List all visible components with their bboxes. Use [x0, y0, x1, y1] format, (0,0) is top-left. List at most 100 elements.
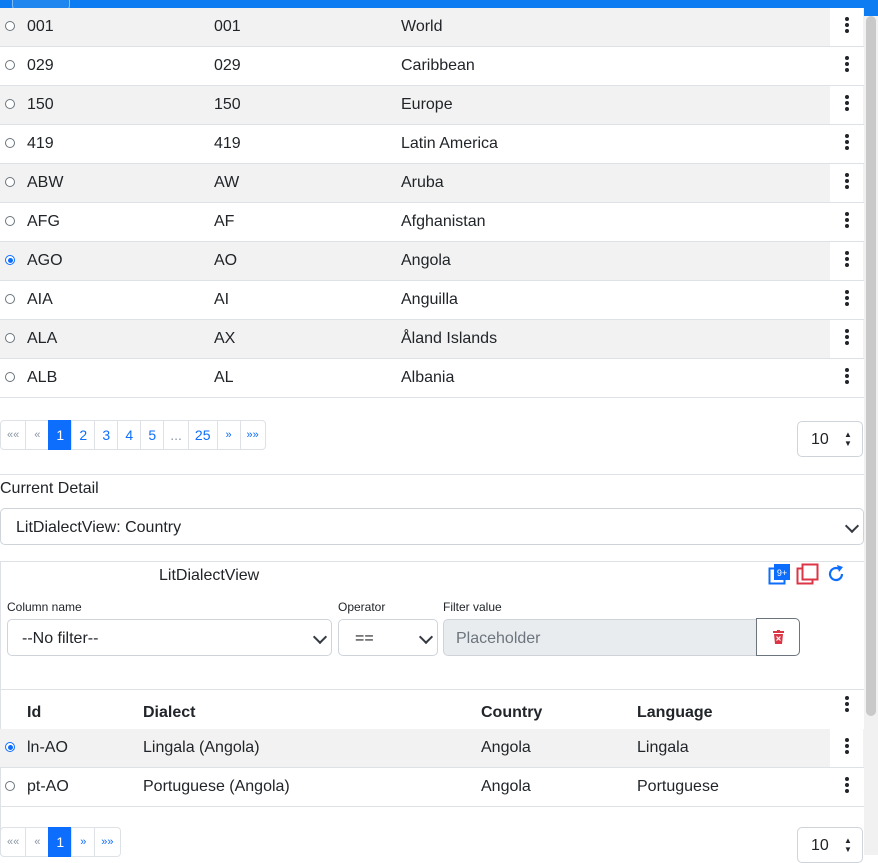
dialect-name-cell: Portuguese (Angola) — [143, 778, 290, 795]
row-options-icon[interactable] — [845, 290, 849, 308]
row-menu[interactable] — [830, 768, 863, 806]
copy-icon[interactable] — [796, 563, 820, 585]
chevron-down-icon — [844, 518, 860, 534]
page-link[interactable]: 3 — [94, 420, 119, 450]
row-select-radio[interactable] — [5, 781, 15, 791]
row-menu[interactable] — [830, 320, 863, 358]
alpha2-code-cell: AF — [214, 213, 235, 230]
country-name-cell: Angola — [401, 252, 451, 269]
trash-icon — [773, 630, 784, 644]
row-menu[interactable] — [830, 125, 863, 163]
alpha2-code-cell: 001 — [214, 18, 241, 35]
row-select-radio[interactable] — [5, 333, 15, 343]
page-link[interactable]: » — [71, 827, 96, 857]
page-link[interactable]: »» — [239, 420, 266, 450]
table-row[interactable]: AIA AI Anguilla — [0, 281, 864, 320]
dialect-table-header: Id Dialect Country Language — [0, 689, 864, 731]
row-menu[interactable] — [830, 281, 863, 319]
alpha3-code-cell: 029 — [27, 57, 54, 74]
divider — [0, 474, 864, 475]
page-link[interactable]: »» — [94, 827, 121, 857]
row-select-radio[interactable] — [5, 294, 15, 304]
row-select-radio[interactable] — [5, 21, 15, 31]
clear-filter-button[interactable] — [756, 618, 800, 656]
row-options-icon[interactable] — [845, 173, 849, 191]
column-header-country[interactable]: Country — [481, 704, 542, 722]
page-link[interactable]: 1 — [48, 420, 73, 450]
refresh-icon[interactable] — [826, 564, 846, 584]
row-select-radio[interactable] — [5, 216, 15, 226]
row-menu[interactable] — [830, 729, 863, 767]
column-header-id[interactable]: Id — [27, 704, 41, 722]
country-pagination: «« «1 2 3 4 5... 25»»» — [0, 420, 266, 450]
page-link[interactable]: 5 — [140, 420, 165, 450]
column-header-language[interactable]: Language — [637, 704, 713, 722]
row-menu[interactable] — [830, 164, 863, 202]
row-select-radio[interactable] — [5, 138, 15, 148]
row-options-icon[interactable] — [845, 251, 849, 269]
row-options-icon[interactable] — [845, 56, 849, 74]
row-menu[interactable] — [830, 203, 863, 241]
table-row[interactable]: ALA AX Åland Islands — [0, 320, 864, 359]
row-select-radio[interactable] — [5, 742, 15, 752]
row-menu[interactable] — [830, 8, 863, 46]
page-link[interactable]: ... — [163, 420, 189, 450]
updown-caret-icon: ▲ ▼ — [844, 430, 852, 448]
page-link[interactable]: » — [216, 420, 241, 450]
column-name-select[interactable]: --No filter-- — [7, 619, 332, 656]
page-link[interactable]: 1 — [48, 827, 73, 857]
alpha2-code-cell: AI — [214, 291, 230, 308]
row-select-radio[interactable] — [5, 177, 15, 187]
row-options-icon[interactable] — [845, 134, 849, 152]
row-select-radio[interactable] — [5, 60, 15, 70]
dialect-page-size-select[interactable]: 10 ▲ ▼ — [797, 827, 863, 863]
filter-value-input[interactable]: Placeholder — [443, 619, 757, 656]
table-row[interactable]: ln-AO Lingala (Angola) Angola Lingala — [0, 729, 864, 768]
table-row[interactable]: 419 419 Latin America — [0, 125, 864, 164]
table-row[interactable]: pt-AO Portuguese (Angola) Angola Portuguese — [0, 768, 864, 807]
table-row[interactable]: 001 001 World — [0, 8, 864, 47]
page-link[interactable]: « — [25, 420, 50, 450]
current-detail-select[interactable]: LitDialectView: Country — [0, 508, 864, 545]
page-link[interactable]: « — [25, 827, 50, 857]
copy-badge-icon[interactable]: 9+ — [768, 563, 792, 585]
operator-select[interactable]: == — [338, 619, 438, 656]
row-menu[interactable] — [830, 359, 863, 397]
row-menu[interactable] — [830, 47, 863, 85]
alpha3-code-cell: ALA — [27, 330, 58, 347]
row-options-icon[interactable] — [845, 212, 849, 230]
row-select-radio[interactable] — [5, 255, 15, 265]
chevron-down-icon — [418, 629, 434, 645]
table-row[interactable]: 029 029 Caribbean — [0, 47, 864, 86]
page-size-select[interactable]: 10 ▲ ▼ — [797, 421, 863, 457]
table-row[interactable]: 150 150 Europe — [0, 86, 864, 125]
page-link[interactable]: «« — [0, 827, 27, 857]
dialect-language-cell: Portuguese — [637, 778, 719, 795]
page-link[interactable]: 2 — [71, 420, 96, 450]
row-options-icon[interactable] — [845, 738, 849, 756]
page-link[interactable]: 4 — [117, 420, 142, 450]
page-link[interactable]: «« — [0, 420, 27, 450]
page-link[interactable]: 25 — [187, 420, 218, 450]
table-row[interactable]: AGO AO Angola — [0, 242, 864, 281]
row-options-icon[interactable] — [845, 95, 849, 113]
table-row[interactable]: ABW AW Aruba — [0, 164, 864, 203]
column-header-dialect[interactable]: Dialect — [143, 704, 195, 722]
country-name-cell: World — [401, 18, 443, 35]
scrollbar-thumb[interactable] — [866, 16, 876, 716]
column-options-icon[interactable] — [845, 696, 849, 714]
row-menu[interactable] — [830, 86, 863, 124]
country-name-cell: Anguilla — [401, 291, 458, 308]
row-options-icon[interactable] — [845, 17, 849, 35]
dialect-name-cell: Lingala (Angola) — [143, 739, 260, 756]
table-row[interactable]: AFG AF Afghanistan — [0, 203, 864, 242]
row-select-radio[interactable] — [5, 372, 15, 382]
row-options-icon[interactable] — [845, 329, 849, 347]
row-menu[interactable] — [830, 242, 863, 280]
row-select-radio[interactable] — [5, 99, 15, 109]
row-options-icon[interactable] — [845, 777, 849, 795]
dialect-pagination: «« «1»»» — [0, 827, 121, 857]
table-row[interactable]: ALB AL Albania — [0, 359, 864, 398]
row-options-icon[interactable] — [845, 368, 849, 386]
page-scrollbar[interactable] — [864, 16, 878, 855]
